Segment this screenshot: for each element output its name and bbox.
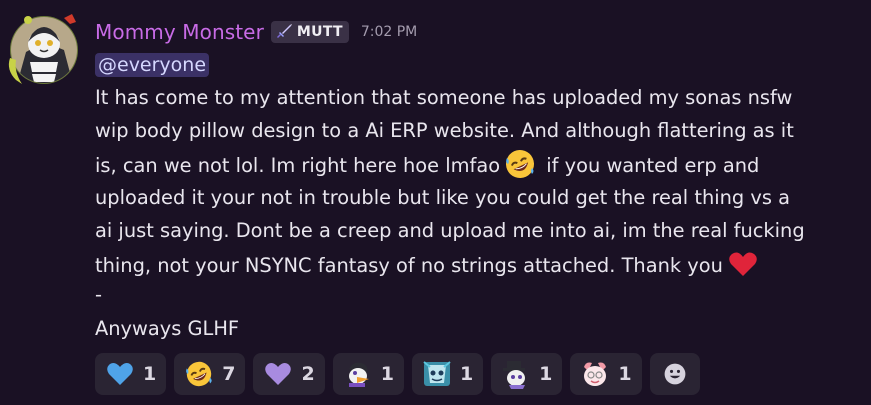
reaction-count: 1 — [380, 363, 394, 385]
rofl-emoji-icon[interactable] — [504, 148, 536, 180]
rofl-icon — [186, 361, 212, 387]
message-line: It has come to my attention that someone… — [95, 86, 793, 109]
reaction-count: 1 — [143, 363, 157, 385]
reaction-count: 1 — [459, 363, 474, 385]
reaction-custom-hat-sona[interactable]: 1 — [491, 353, 563, 395]
message-text: thing, not your NSYNC fantasy of no stri… — [95, 253, 723, 277]
message-line: ai just saying. Dont be a creep and uplo… — [95, 219, 805, 243]
custom-emoji-pink-sona-icon — [584, 362, 607, 386]
message-line: Anyways GLHF — [95, 316, 240, 340]
message-text: if you wanted erp and — [540, 153, 760, 177]
timestamp[interactable]: 7:02 PM — [361, 24, 417, 40]
avatar[interactable] — [6, 12, 82, 88]
custom-emoji-teal-sona-icon — [423, 361, 451, 386]
reaction-custom-duck-sona[interactable]: 1 — [332, 353, 404, 395]
reaction-count: 2 — [301, 363, 315, 385]
message-header: Mommy Monster MUTT 7:02 PM — [95, 16, 865, 48]
red-heart-icon[interactable] — [727, 248, 759, 280]
message-line: - — [95, 282, 102, 306]
purple-heart-icon — [265, 363, 292, 385]
guild-tag[interactable]: MUTT — [270, 21, 349, 43]
chat-message: Mommy Monster MUTT 7:02 PM @everyone It … — [0, 0, 871, 405]
message-body: It has come to my attention that someone… — [95, 82, 865, 346]
reaction-rofl[interactable]: 7 — [174, 353, 246, 395]
blue-heart-icon — [107, 363, 133, 385]
reaction-count: 1 — [539, 363, 553, 385]
reaction-custom-teal-sona[interactable]: 1 — [411, 353, 484, 395]
message-line: wip body pillow design to a Ai ERP websi… — [95, 118, 794, 142]
reaction-blue-heart[interactable]: 1 — [95, 353, 167, 395]
custom-emoji-duck-sona-icon — [348, 362, 369, 387]
sword-icon — [276, 24, 292, 38]
custom-emoji-hat-sona-icon — [503, 361, 526, 389]
add-reaction-button[interactable] — [649, 353, 700, 395]
message-line: thing, not your NSYNC fantasy of no stri… — [95, 248, 865, 283]
message-line: uploaded it your not in trouble but like… — [95, 186, 791, 210]
reactions-bar: 1 7 2 1 1 1 1 — [95, 353, 700, 395]
username[interactable]: Mommy Monster — [95, 20, 264, 44]
reaction-custom-pink-sona[interactable]: 1 — [570, 353, 642, 395]
message-text: is, can we not lol. Im right here hoe lm… — [95, 153, 501, 177]
smile-icon — [664, 363, 686, 385]
reaction-count: 7 — [222, 363, 236, 385]
reaction-count: 1 — [618, 363, 632, 385]
message-content: Mommy Monster MUTT 7:02 PM @everyone It … — [95, 16, 865, 346]
guild-tag-label: MUTT — [296, 24, 343, 40]
message-line: is, can we not lol. Im right here hoe lm… — [95, 148, 865, 183]
reaction-purple-heart[interactable]: 2 — [253, 353, 325, 395]
everyone-mention[interactable]: @everyone — [95, 53, 210, 77]
